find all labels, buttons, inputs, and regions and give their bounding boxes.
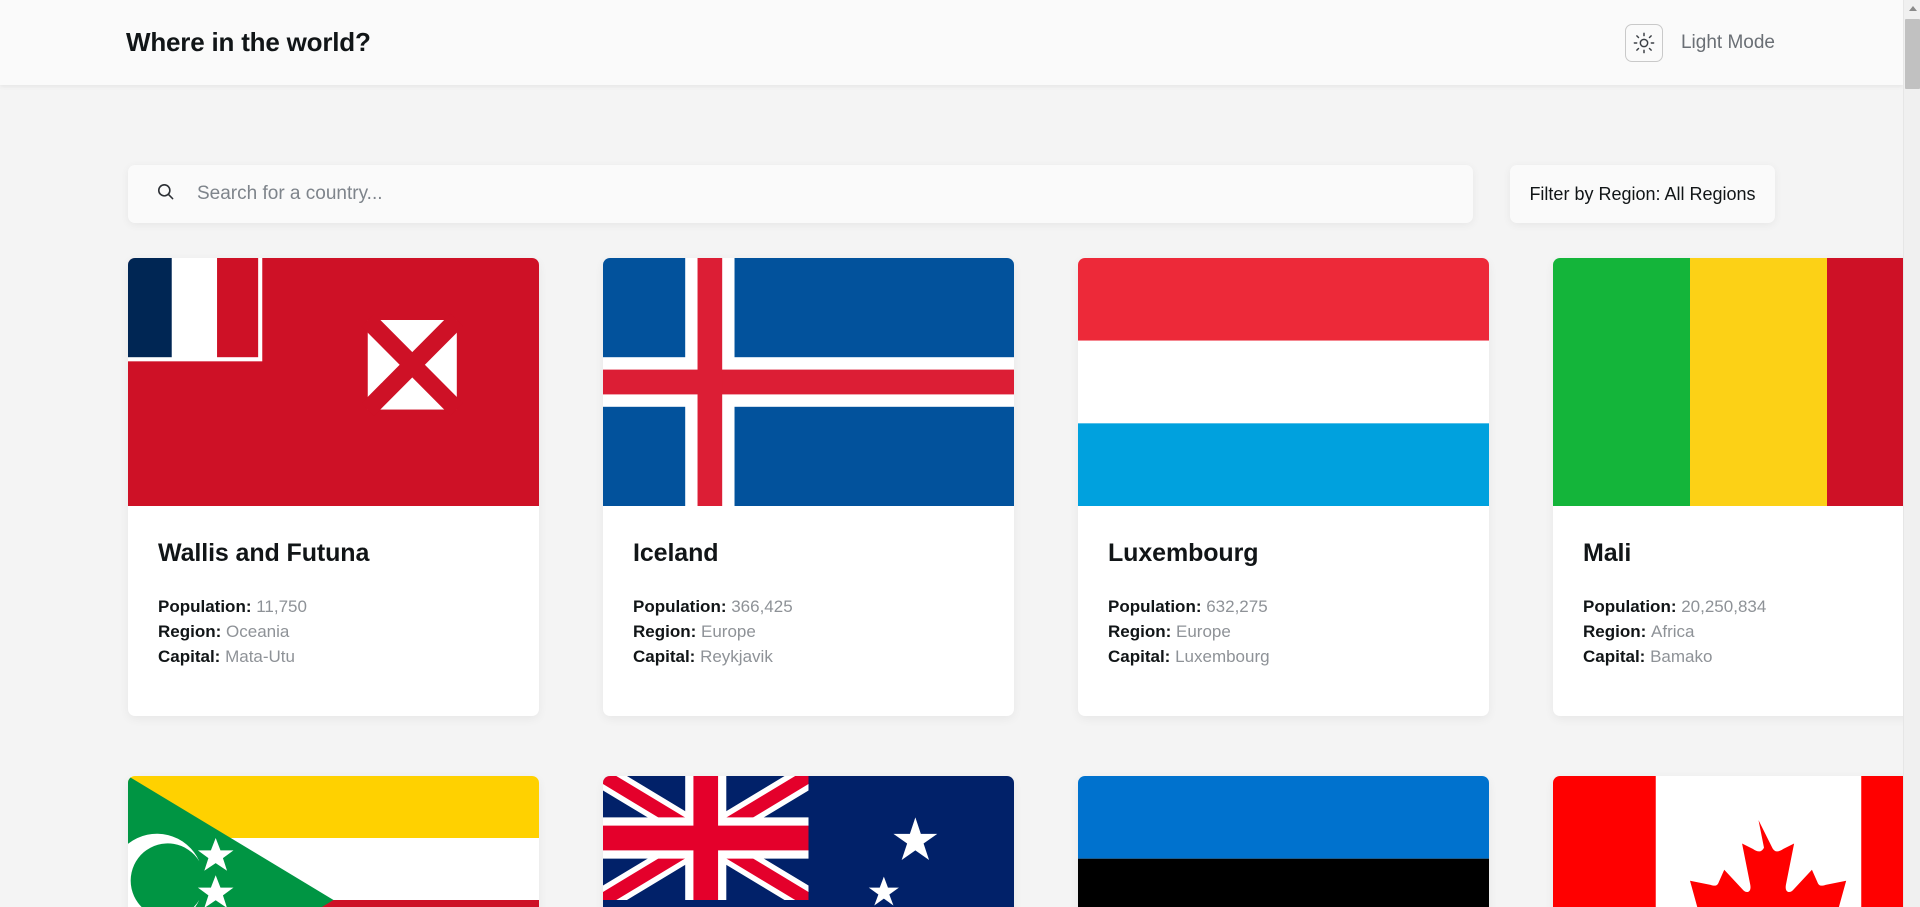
country-population: Population: 632,275 [1108,594,1459,619]
region-label: Region: [158,622,222,641]
population-value: 20,250,834 [1681,597,1767,616]
country-card[interactable]: Comoros Population: Region: Capital: [128,776,539,907]
country-card[interactable]: Wallis and Futuna Population: 11,750 Reg… [128,258,539,716]
country-card[interactable]: Canada Population: Region: Capital: [1553,776,1903,907]
region-filter-select[interactable]: Filter by Region: All Regions [1510,165,1775,223]
estonia-flag [1078,776,1489,907]
capital-value: Bamako [1650,647,1713,666]
population-label: Population: [158,597,252,616]
country-name: Luxembourg [1108,539,1259,567]
comoros-flag [128,776,539,907]
population-label: Population: [633,597,727,616]
page-scrollbar[interactable] [1903,0,1920,907]
australia-flag [603,776,1014,907]
capital-label: Capital: [633,647,696,666]
region-value: Europe [701,622,756,641]
iceland-flag [603,258,1014,506]
region-label: Region: [633,622,697,641]
region-value: Oceania [226,622,290,641]
country-population: Population: 366,425 [633,594,984,619]
country-population: Population: 20,250,834 [1583,594,1903,619]
capital-label: Capital: [158,647,221,666]
controls-row: Filter by Region: All Regions [128,85,1775,223]
page-title: Where in the world? [126,27,371,57]
main-content: Filter by Region: All Regions Wall [0,85,1903,907]
population-label: Population: [1583,597,1677,616]
population-value: 11,750 [256,597,307,616]
country-capital: Capital: Bamako [1583,644,1903,669]
capital-label: Capital: [1108,647,1171,666]
scrollbar-thumb[interactable] [1905,19,1920,89]
country-region: Region: Europe [1108,619,1459,644]
wallis-and-futuna-flag [128,258,539,506]
card-body: Mali Population: 20,250,834 Region: Afri… [1553,506,1903,716]
search-icon [156,182,175,206]
country-region: Region: Oceania [158,619,509,644]
country-name: Mali [1583,539,1632,567]
region-value: Africa [1651,622,1695,641]
capital-value: Luxembourg [1175,647,1270,666]
country-card[interactable]: Estonia Population: Region: Capital: [1078,776,1489,907]
capital-value: Reykjavik [700,647,773,666]
mali-flag [1553,258,1903,506]
country-capital: Capital: Mata-Utu [158,644,509,669]
theme-toggle-label: Light Mode [1680,31,1775,53]
country-capital: Capital: Reykjavik [633,644,984,669]
search-input[interactable] [197,165,1473,223]
canada-flag [1553,776,1903,907]
page-viewport: Where in the world? Light Mode Search fo… [0,0,1903,907]
card-body: Iceland Population: 366,425 Region: Euro… [603,506,1014,716]
search-box[interactable] [128,165,1473,223]
country-population: Population: 11,750 [158,594,509,619]
scroll-up-arrow-icon[interactable] [1904,0,1920,17]
population-value: 366,425 [731,597,793,616]
country-card[interactable]: Luxembourg Population: 632,275 Region: E… [1078,258,1489,716]
country-capital: Capital: Luxembourg [1108,644,1459,669]
country-name: Wallis and Futuna [158,539,370,567]
country-region: Region: Africa [1583,619,1903,644]
theme-toggle-button[interactable]: Light Mode [1624,23,1775,62]
capital-value: Mata-Utu [225,647,295,666]
country-grid: Wallis and Futuna Population: 11,750 Reg… [128,223,1903,907]
region-label: Region: [1583,622,1647,641]
country-region: Region: Europe [633,619,984,644]
card-body: Luxembourg Population: 632,275 Region: E… [1078,506,1489,716]
site-header: Where in the world? Light Mode [0,0,1903,85]
luxembourg-flag [1078,258,1489,506]
country-name: Iceland [633,539,719,567]
population-label: Population: [1108,597,1202,616]
region-label: Region: [1108,622,1172,641]
sun-icon [1624,23,1663,62]
country-card[interactable]: Iceland Population: 366,425 Region: Euro… [603,258,1014,716]
capital-label: Capital: [1583,647,1646,666]
population-value: 632,275 [1206,597,1268,616]
country-card[interactable]: Australia Population: Region: Capital: [603,776,1014,907]
region-value: Europe [1176,622,1231,641]
country-card[interactable]: Mali Population: 20,250,834 Region: Afri… [1553,258,1903,716]
card-body: Wallis and Futuna Population: 11,750 Reg… [128,506,539,716]
